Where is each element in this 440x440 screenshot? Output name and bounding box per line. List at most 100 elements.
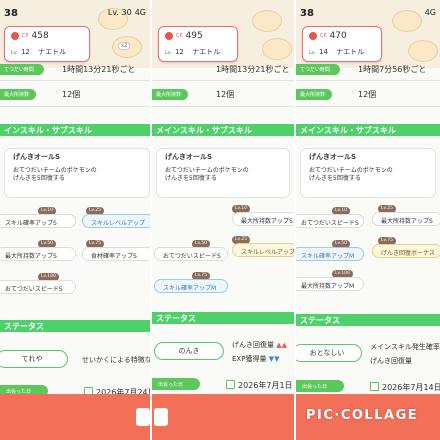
decrease-icon: ▼▼ [268,355,280,363]
pokemon-level: 12 [174,48,184,56]
sub-skill-1[interactable]: 最大所持数アップS [232,212,294,226]
skill-section-header: インスキル・サブスキル [0,124,150,136]
panel-1: 38 Lv. 30 4G CP 458 Lv. 12 ナエトル x2 てつだい時間… [0,0,150,440]
help-time-value: 1時間13分21秒ごと [216,65,290,74]
sub-skill-2[interactable]: 最大所持数アップS [372,212,440,226]
nature-effect-up: メインスキル発生確率 [370,343,440,351]
pokemon-card[interactable]: CP 470 Lv. 14 ナエトル [302,26,382,62]
cp-label: CP [22,33,29,39]
help-time-label: てつだい時間 [296,64,340,75]
cp-value: 470 [329,31,347,41]
main-skill-name: げんきオールS [13,153,61,161]
sub-skill-2[interactable]: スキルレベルアップ [82,214,150,228]
help-time-value: 1時間13分21秒ごと [62,65,136,74]
status-section-header: ステータス [296,314,440,326]
status-section-header: ステータス [0,320,150,332]
collage: 38 Lv. 30 4G CP 458 Lv. 12 ナエトル x2 てつだい時間… [0,0,440,440]
nature-pill[interactable]: てれや [0,350,68,368]
sub-skill-3[interactable]: おてつだいスピードS [154,247,228,261]
cp-icon [309,32,317,40]
status-section-header: ステータス [152,312,294,324]
status-indicators: 4G [425,8,436,17]
pokemon-name: ナエトル [192,48,221,56]
sub-skill-3[interactable]: 最大所持数アップS [0,247,76,261]
calendar-icon [226,380,235,389]
cp-value: 458 [31,31,49,41]
sub-skill-2[interactable]: スキルレベルアップ [232,243,294,257]
date-label: 出会った日 [152,378,200,390]
cp-icon [11,32,19,40]
date-value: 2026年7月1日 [238,381,293,390]
count-badge: x2 [118,42,131,50]
main-skill-desc-1: おてつだいチームのポケモンの [165,166,249,174]
pokemon-name: ナエトル [336,48,365,56]
sub-skill-3[interactable]: スキル確率アップM [296,247,364,261]
main-skill-desc-1: おてつだいチームのポケモンの [13,166,97,174]
max-items-label: 最大所持数 [152,89,188,100]
sub-skill-4[interactable]: 食材確率アップS [82,247,150,261]
date-value: 2026年7月14日 [382,383,440,392]
level-prefix: Lv. [165,50,172,56]
main-skill-card[interactable]: げんきオールS おてつだいチームのポケモンの げんきを5回復する [300,148,436,198]
signal-text: 4G [134,8,146,17]
sub-skill-4[interactable]: げんき回復ボーナス [372,244,440,258]
cp-label: CP [320,33,327,39]
main-skill-card[interactable]: げんきオールS おてつだいチームのポケモンの げんきを5回復する [4,148,150,198]
nature-effect-down: げんき回復量 [370,357,412,365]
sub-skill-1[interactable]: おてつだいスピードS [296,214,364,228]
main-skill-desc-2: げんきを5回復する [309,175,361,183]
pokemon-card[interactable]: CP 495 Lv. 12 ナエトル [158,26,238,62]
cp-icon [165,32,173,40]
bottom-bar [0,394,150,440]
decor-blob [392,10,422,32]
sub-skill-4[interactable]: スキル確率アップM [154,279,228,293]
pokemon-level: 12 [20,48,30,56]
nature-effect: せいかくによる特徴なし [82,356,150,364]
nature-effect-up: げんき回復量 [232,341,274,349]
main-skill-name: げんきオールS [165,153,213,161]
help-time-label: てつだい時間 [0,64,44,75]
sub-skill-1[interactable]: スキル確率アップS [0,214,76,228]
main-skill-name: げんきオールS [309,153,357,161]
increase-icon: ▲▲ [276,341,288,349]
level-badge-text: Lv. 30 [107,8,132,17]
cp-value: 495 [185,31,203,41]
status-time: 38 [4,8,18,19]
panel-2: CP 495 Lv. 12 ナエトル 1時間13分21秒ごと 最大所持数 12個 … [152,0,294,440]
bottom-bar [152,394,294,440]
bottom-button[interactable] [154,408,168,426]
skill-section-header: メインスキル・サブスキル [296,124,440,136]
max-items-label: 最大所持数 [296,89,332,100]
sub-skill-5[interactable]: 最大所持数アップM [296,277,364,291]
main-skill-desc-1: おてつだいチームのポケモンの [309,166,393,174]
max-items-value: 12個 [216,90,235,99]
nature-effect-down: EXP獲得量 [232,355,267,363]
bottom-button[interactable] [136,408,150,426]
max-items-value: 12個 [358,90,377,99]
panel-3: 38 4G CP 470 Lv. 14 ナエトル てつだい時間 1時間7分56秒ご… [296,0,440,440]
sub-skill-5[interactable]: おてつだいスピードS [0,280,76,294]
max-items-value: 12個 [62,90,81,99]
decor-blob [252,10,282,32]
level-prefix: Lv. [11,50,18,56]
nature-pill[interactable]: おとなしい [296,344,362,362]
date-label: 出会った日 [296,380,344,392]
status-time: 38 [300,8,314,19]
cp-label: CP [176,33,183,39]
main-skill-desc-2: げんきを5回復する [165,175,217,183]
pokemon-card[interactable]: CP 458 Lv. 12 ナエトル [4,26,90,62]
nature-pill[interactable]: のんき [154,342,224,360]
collage-watermark: PIC·COLLAGE [306,408,419,423]
skill-section-header: メインスキル・サブスキル [152,124,294,136]
decor-blob [408,40,438,62]
calendar-icon [370,382,379,391]
pokemon-level: 14 [318,48,328,56]
status-indicators: Lv. 30 4G [108,8,146,17]
max-items-label: 最大所持数 [0,89,36,100]
pokemon-name: ナエトル [38,48,67,56]
help-time-value: 1時間7分56秒ごと [358,65,427,74]
main-skill-card[interactable]: げんきオールS おてつだいチームのポケモンの げんきを5回復する [156,148,290,198]
main-skill-desc-2: げんきを5回復する [13,175,65,183]
level-prefix: Lv. [309,50,316,56]
signal-text: 4G [424,8,436,17]
